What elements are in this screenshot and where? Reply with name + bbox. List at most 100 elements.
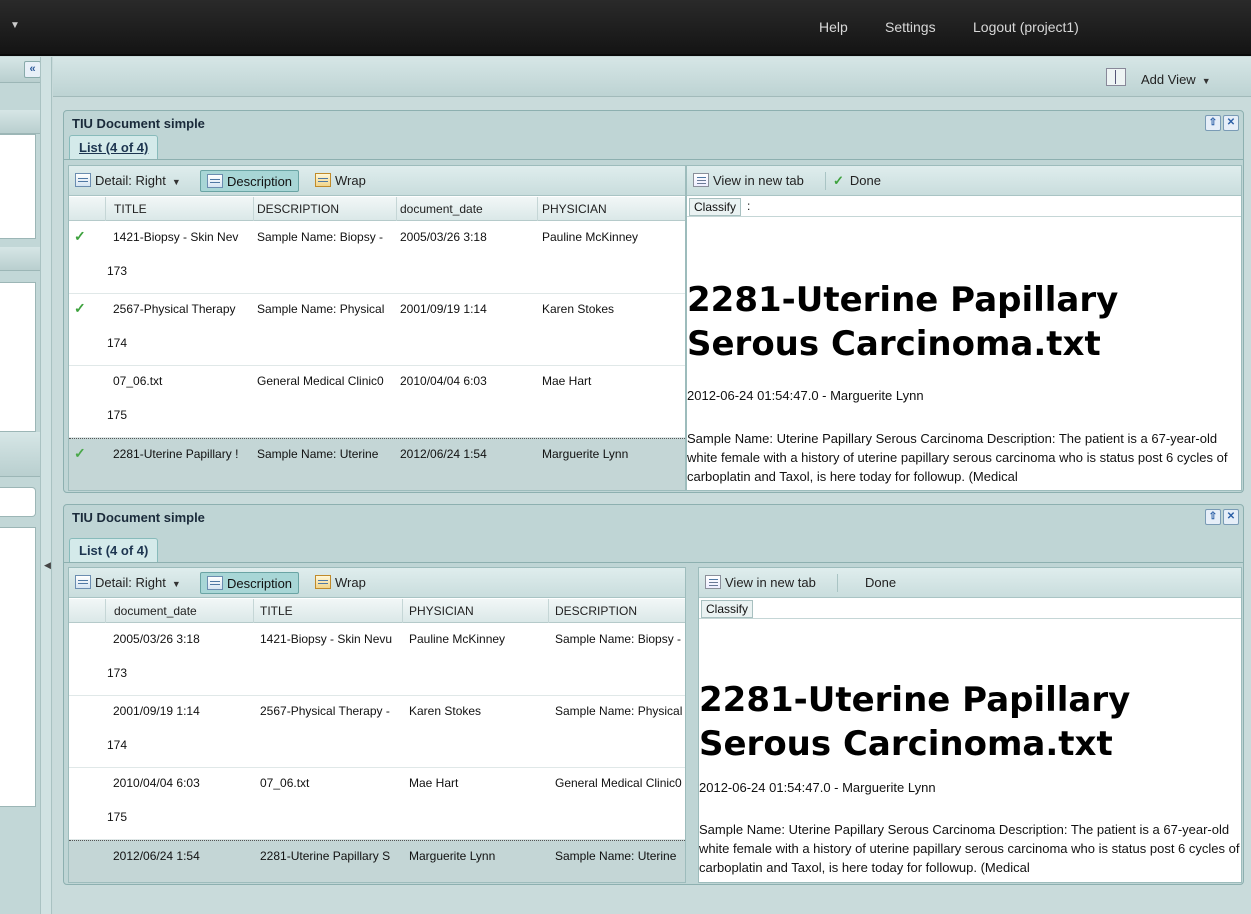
cell-title: 07_06.txt xyxy=(260,776,310,790)
collapse-left-icon[interactable]: « xyxy=(24,61,41,78)
table-row[interactable]: ✓ 1421-Biopsy - Skin Nev Sample Name: Bi… xyxy=(69,222,685,294)
document-title: 2281-Uterine Papillary Serous Carcinoma.… xyxy=(687,280,1119,364)
classify-button[interactable]: Classify xyxy=(701,600,754,618)
wrap-button[interactable]: Wrap xyxy=(315,575,366,590)
column-separator xyxy=(537,197,538,221)
cell-physician: Marguerite Lynn xyxy=(409,849,496,863)
column-header[interactable]: document_date xyxy=(400,202,483,216)
description-icon xyxy=(207,174,223,188)
document-body: Sample Name: Uterine Papillary Serous Ca… xyxy=(687,431,1228,484)
tab-divider xyxy=(64,159,1243,160)
detail-pane: View in new tab ✓ Done Classify : 2281-Ut… xyxy=(686,165,1242,491)
left-sidebar-section xyxy=(0,247,40,271)
table-row[interactable]: 2010/04/04 6:03 07_06.txt Mae Hart Gener… xyxy=(69,768,685,840)
cell-description: Sample Name: Physical xyxy=(555,704,683,718)
cell-date: 2012/06/24 1:54 xyxy=(113,849,200,863)
view-in-new-tab-button[interactable]: View in new tab xyxy=(705,575,816,590)
description-button[interactable]: Description xyxy=(200,170,300,192)
table-row[interactable]: 2005/03/26 3:18 1421-Biopsy - Skin Nevu … xyxy=(69,624,685,696)
check-icon: ✓ xyxy=(74,445,86,461)
detail-toolbar: View in new tab ✓ Done xyxy=(687,166,1241,196)
cell-physician: Pauline McKinney xyxy=(409,632,506,646)
column-separator xyxy=(105,599,106,623)
toolbar-separator xyxy=(837,574,838,592)
left-sidebar-content xyxy=(0,134,36,239)
maximize-icon[interactable]: ⇧ xyxy=(1205,115,1221,131)
detail-pane: View in new tab Done Classify 2281-Uteri… xyxy=(698,567,1242,883)
add-view-button[interactable]: Add View ▼ xyxy=(1141,72,1211,87)
new-tab-icon xyxy=(705,575,721,589)
table-row-selected[interactable]: ✓ 2281-Uterine Papillary ! Sample Name: … xyxy=(69,438,685,490)
table-row-selected[interactable]: 2012/06/24 1:54 2281-Uterine Papillary S… xyxy=(69,840,685,882)
toolbar-separator xyxy=(825,172,826,190)
column-header[interactable]: PHYSICIAN xyxy=(542,202,607,216)
new-tab-icon xyxy=(693,173,709,187)
close-icon[interactable]: ✕ xyxy=(1223,115,1239,131)
table-row[interactable]: 2001/09/19 1:14 2567-Physical Therapy - … xyxy=(69,696,685,768)
classify-row: Classify : xyxy=(687,197,1241,217)
tab-list[interactable]: List (4 of 4) xyxy=(69,538,159,562)
cell-description: Sample Name: Physical xyxy=(257,302,385,316)
detail-dropdown[interactable]: Detail: Right ▼ xyxy=(75,575,181,590)
column-separator xyxy=(253,197,254,221)
table-row[interactable]: 07_06.txt General Medical Clinic0 2010/0… xyxy=(69,366,685,438)
column-header[interactable]: PHYSICIAN xyxy=(409,604,474,618)
column-header[interactable]: DESCRIPTION xyxy=(257,202,339,216)
column-separator xyxy=(402,599,403,623)
splitter-arrow-icon[interactable]: ◀ xyxy=(44,560,51,571)
done-button[interactable]: ✓ Done xyxy=(833,173,881,189)
cell-date: 2012/06/24 1:54 xyxy=(400,447,487,461)
logout-link[interactable]: Logout (project1) xyxy=(973,19,1079,35)
app-menu-caret-icon[interactable]: ▼ xyxy=(10,20,20,31)
tab-list[interactable]: List (4 of 4) xyxy=(69,135,159,159)
table-row[interactable]: ✓ 2567-Physical Therapy Sample Name: Phy… xyxy=(69,294,685,366)
wrap-button[interactable]: Wrap xyxy=(315,173,366,188)
maximize-icon[interactable]: ⇧ xyxy=(1205,509,1221,525)
left-sidebar-input[interactable] xyxy=(0,487,36,517)
column-separator xyxy=(396,197,397,221)
settings-link[interactable]: Settings xyxy=(885,19,936,35)
column-header[interactable]: document_date xyxy=(114,604,197,618)
cell-title: 2281-Uterine Papillary S xyxy=(260,849,391,863)
cell-title: 1421-Biopsy - Skin Nev xyxy=(113,230,239,244)
row-id: 173 xyxy=(107,666,128,680)
detail-dropdown[interactable]: Detail: Right ▼ xyxy=(75,173,181,188)
left-sidebar-content xyxy=(0,282,36,432)
column-header[interactable]: TITLE xyxy=(114,202,147,216)
help-link[interactable]: Help xyxy=(819,19,848,35)
view-toolbar xyxy=(53,57,1251,97)
cell-physician: Mae Hart xyxy=(409,776,459,790)
cell-date: 2001/09/19 1:14 xyxy=(400,302,487,316)
cell-physician: Marguerite Lynn xyxy=(542,447,629,461)
wrap-icon xyxy=(315,173,331,187)
cell-date: 2001/09/19 1:14 xyxy=(113,704,200,718)
cell-description: General Medical Clinic0 xyxy=(257,374,384,388)
classify-value: : xyxy=(747,199,751,213)
cell-description: Sample Name: Uterine xyxy=(257,447,379,461)
top-nav-bar: ▼ Help Settings Logout (project1) xyxy=(0,0,1251,56)
done-button[interactable]: Done xyxy=(865,575,896,590)
column-header[interactable]: TITLE xyxy=(260,604,293,618)
detail-icon xyxy=(75,173,91,187)
cell-physician: Pauline McKinney xyxy=(542,230,639,244)
description-icon xyxy=(207,576,223,590)
classify-row: Classify xyxy=(699,599,1241,619)
check-icon: ✓ xyxy=(74,300,86,316)
add-view-icon[interactable] xyxy=(1106,68,1126,86)
description-button[interactable]: Description xyxy=(200,572,300,594)
left-sidebar-section xyxy=(0,110,40,134)
column-header[interactable]: DESCRIPTION xyxy=(555,604,637,618)
sidebar-splitter[interactable] xyxy=(40,57,52,914)
left-sidebar-content xyxy=(0,527,36,807)
classify-button[interactable]: Classify xyxy=(689,198,742,216)
column-separator xyxy=(105,197,106,221)
close-icon[interactable]: ✕ xyxy=(1223,509,1239,525)
cell-date: 2005/03/26 3:18 xyxy=(113,632,200,646)
table-header: document_date TITLE PHYSICIAN DESCRIPTIO… xyxy=(69,599,685,623)
left-sidebar-section xyxy=(0,432,40,477)
document-meta: 2012-06-24 01:54:47.0 - Marguerite Lynn xyxy=(699,780,936,795)
document-panel-1: TIU Document simple ⇧ ✕ List (4 of 4) De… xyxy=(63,110,1244,493)
view-in-new-tab-button[interactable]: View in new tab xyxy=(693,173,804,188)
check-icon: ✓ xyxy=(74,228,86,244)
list-toolbar: Detail: Right ▼ Description Wrap xyxy=(69,568,685,598)
